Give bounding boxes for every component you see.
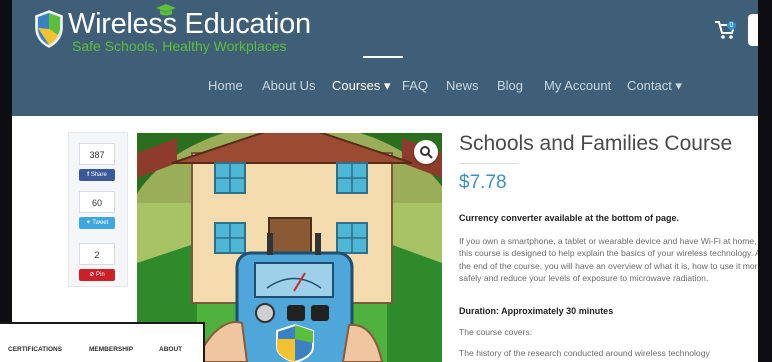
nav-my-account[interactable]: My Account <box>544 78 611 93</box>
pinterest-share-count: 2 <box>79 243 115 265</box>
pinterest-share-group: 2 ⊘ Pin <box>79 243 115 281</box>
pinterest-share-label: Pin <box>96 272 105 278</box>
product-price: $7.78 <box>459 172 507 193</box>
window-frame-right <box>758 0 772 362</box>
graduation-cap-icon <box>156 4 176 16</box>
course-duration: Duration: Approximately 30 minutes <box>459 306 614 316</box>
product-title: Schools and Families Course <box>459 132 733 155</box>
nav-certifications[interactable]: CERTIFICATIONS <box>8 346 62 353</box>
pinterest-icon: ⊘ <box>89 272 97 278</box>
facebook-share-group: 387 f Share <box>79 143 115 181</box>
site-header: Wireless Education Safe Schools, Healthy… <box>12 0 772 116</box>
facebook-share-count: 387 <box>79 143 115 165</box>
magnifier-icon <box>420 146 433 159</box>
twitter-share-label: Tweet <box>92 220 109 226</box>
product-description: If you own a smartphone, a tablet or wea… <box>459 236 764 284</box>
site-title[interactable]: Wireless Education <box>68 8 311 41</box>
nav-membership[interactable]: MEMBERSHIP <box>89 346 133 353</box>
zoom-button[interactable] <box>414 140 438 164</box>
twitter-share-count: 60 <box>79 191 115 213</box>
nav-courses[interactable]: Courses ▾ <box>332 78 391 94</box>
facebook-share-label: Share <box>90 172 107 178</box>
covers-item: The history of the research conducted ar… <box>459 348 710 358</box>
cart-count-badge: 0 <box>727 21 736 30</box>
nav-active-indicator <box>363 56 403 58</box>
nav-home[interactable]: Home <box>208 78 243 93</box>
title-divider <box>459 163 519 164</box>
nav-faq[interactable]: FAQ <box>402 78 428 93</box>
twitter-share-group: 60 ✦ Tweet <box>79 191 115 229</box>
nav-news[interactable]: News <box>446 78 479 93</box>
pinterest-share-button[interactable]: ⊘ Pin <box>79 269 115 281</box>
facebook-share-button[interactable]: f Share <box>79 169 115 181</box>
shield-logo-icon[interactable] <box>34 10 64 48</box>
nav-blog[interactable]: Blog <box>497 78 523 93</box>
overlay-site-nav: CERTIFICATIONS MEMBERSHIP ABOUT <box>0 322 205 362</box>
twitter-share-button[interactable]: ✦ Tweet <box>79 217 115 229</box>
nav-about[interactable]: ABOUT <box>159 346 182 353</box>
window-frame-left <box>0 0 12 362</box>
nav-contact[interactable]: Contact ▾ <box>627 78 682 94</box>
site-tagline: Safe Schools, Healthy Workplaces <box>72 38 287 54</box>
nav-about-us[interactable]: About Us <box>262 78 315 93</box>
covers-intro: The course covers: <box>459 327 533 337</box>
social-share-bar: 387 f Share 60 ✦ Tweet 2 ⊘ Pin <box>68 132 128 287</box>
currency-note: Currency converter available at the bott… <box>459 213 680 223</box>
